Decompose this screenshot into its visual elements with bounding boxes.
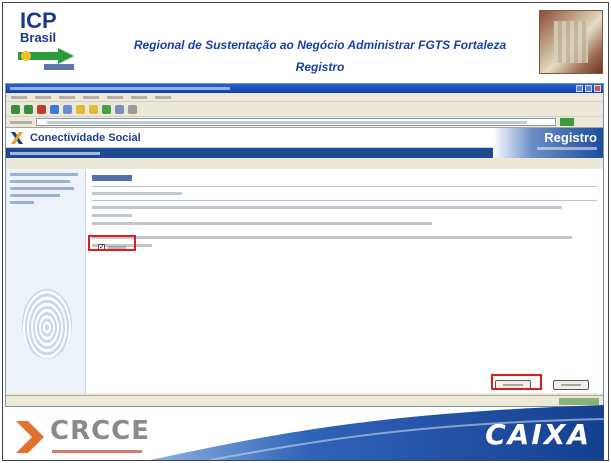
history-icon[interactable] — [102, 104, 111, 114]
panel-heading — [92, 175, 132, 181]
minimize-icon[interactable] — [576, 85, 583, 92]
go-button[interactable] — [560, 118, 574, 126]
slide: ICP Brasil Regional de Sustentação ao Ne… — [0, 0, 611, 463]
chevron-right-icon — [16, 421, 44, 453]
highlight-confirm-button — [491, 374, 542, 390]
menu-bar — [6, 93, 603, 102]
crcce-logo: CRCCE — [50, 416, 151, 446]
browser-toolbar — [6, 102, 603, 117]
sidebar-link[interactable] — [10, 180, 70, 183]
page-content — [6, 169, 603, 393]
slide-title: Regional de Sustentação ao Negócio Admin… — [100, 34, 540, 78]
url-input[interactable] — [36, 118, 556, 126]
stop-icon[interactable] — [37, 104, 46, 114]
maximize-icon[interactable] — [585, 85, 592, 92]
cancel-button[interactable] — [553, 380, 589, 390]
site-banner: Registro — [493, 128, 603, 158]
sidebar-link[interactable] — [10, 187, 74, 190]
favorites-icon[interactable] — [89, 104, 98, 114]
close-icon[interactable] — [594, 85, 601, 92]
icp-brasil-logo: ICP Brasil — [18, 8, 74, 70]
title-line-2: Registro — [295, 60, 345, 74]
caixa-logo: CAIXA — [485, 418, 591, 451]
print-icon[interactable] — [128, 104, 137, 114]
search-icon[interactable] — [76, 104, 85, 114]
brasil-logo-text: Brasil — [20, 30, 56, 45]
address-bar — [6, 117, 603, 128]
mail-icon[interactable] — [115, 104, 124, 114]
main-panel — [92, 175, 597, 252]
site-header: Conectividade Social Registro — [6, 128, 603, 158]
highlight-checkbox — [88, 235, 136, 251]
sidebar-link[interactable] — [10, 194, 60, 197]
sidebar-link[interactable] — [10, 201, 34, 204]
site-banner-title: Registro — [544, 130, 597, 145]
refresh-icon[interactable] — [50, 104, 59, 114]
header-photo-image — [539, 10, 603, 74]
back-icon[interactable] — [11, 104, 20, 114]
title-line-1: Regional de Sustentação ao Negócio Admin… — [133, 38, 507, 52]
forward-icon[interactable] — [24, 104, 33, 114]
window-titlebar — [6, 84, 603, 93]
x-logo-icon — [11, 131, 23, 144]
fingerprint-icon — [22, 289, 72, 359]
home-icon[interactable] — [63, 104, 72, 114]
site-name: Conectividade Social — [30, 131, 141, 144]
left-sidebar — [6, 169, 86, 393]
sidebar-link[interactable] — [10, 173, 78, 176]
zone-indicator — [559, 398, 599, 405]
